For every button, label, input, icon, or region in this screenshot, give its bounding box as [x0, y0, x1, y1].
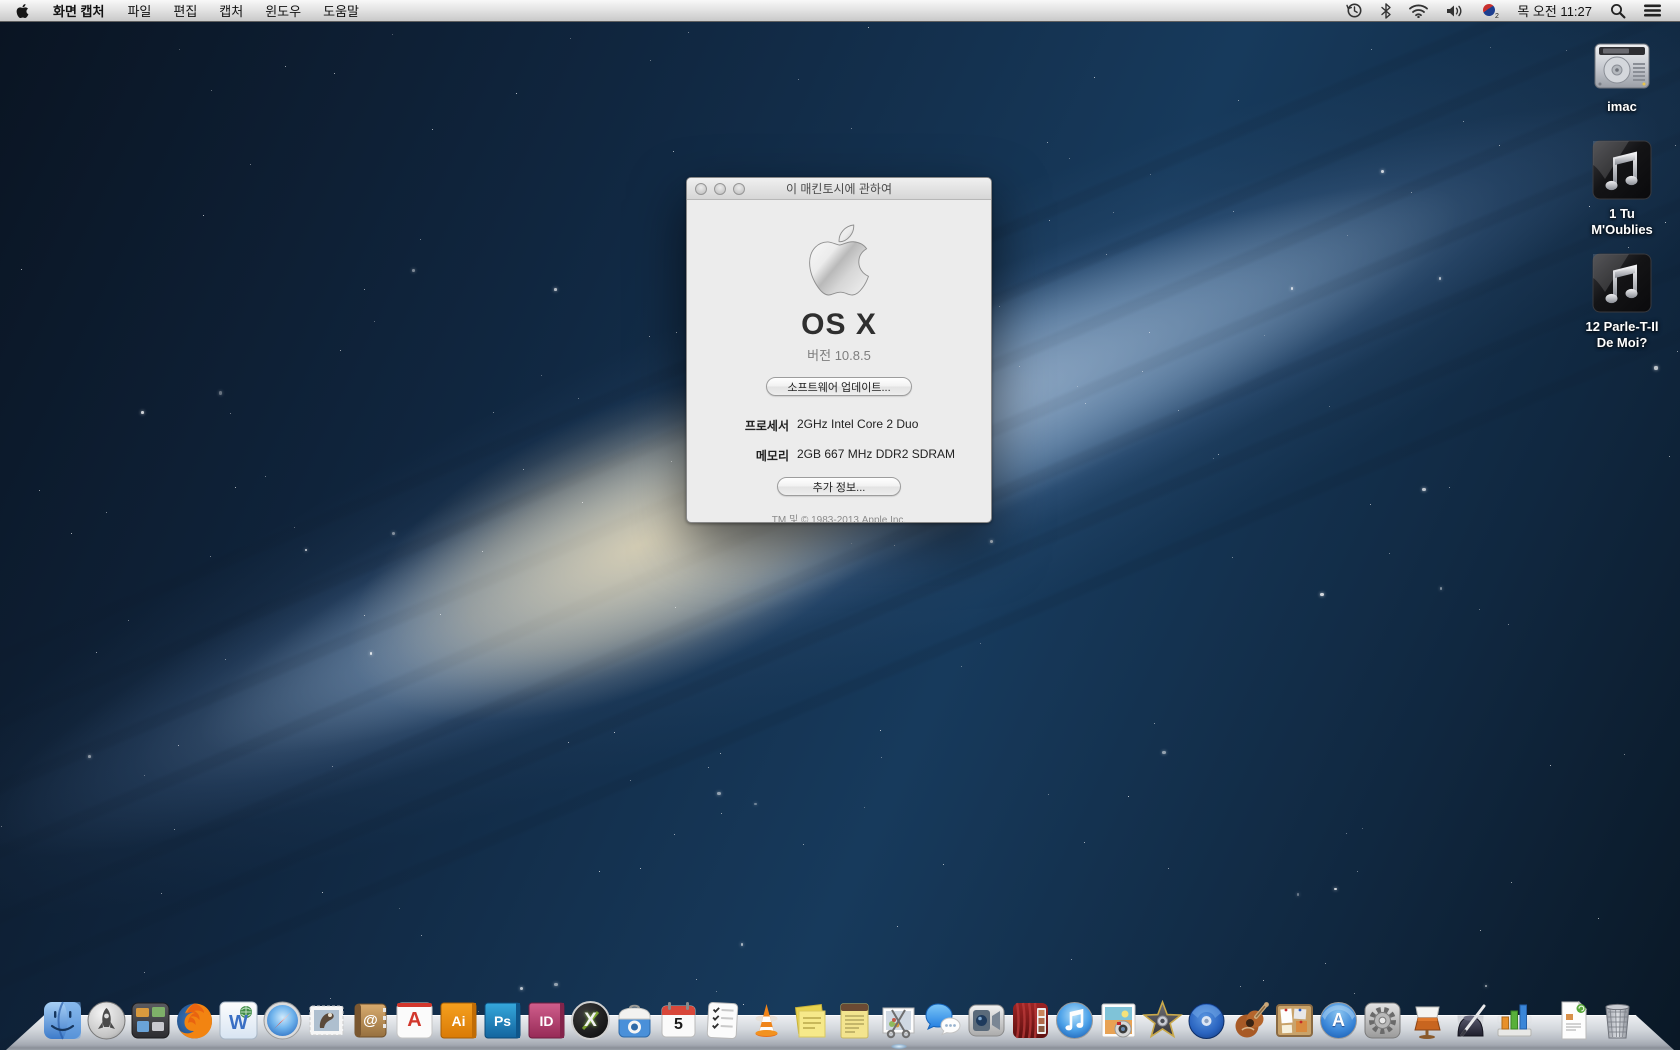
- dock-messages[interactable]: [922, 1000, 963, 1041]
- zoom-button[interactable]: [733, 183, 745, 195]
- dock-photoshop[interactable]: Ps: [482, 1000, 523, 1041]
- dock-contacts[interactable]: @: [350, 1000, 391, 1041]
- dock-notes[interactable]: [834, 1000, 875, 1041]
- minimize-button[interactable]: [714, 183, 726, 195]
- vignette: [0, 0, 1680, 1050]
- dock-ical[interactable]: 5: [658, 1000, 699, 1041]
- dock-lunchbox-utility[interactable]: [614, 1000, 655, 1041]
- dock-trash[interactable]: [1597, 1000, 1638, 1041]
- notification-center-icon[interactable]: [1635, 0, 1670, 21]
- about-this-mac-window[interactable]: 이 매킨토시에 관하여 OS X 버전 10.8.5 소프트웨어 업데이트...…: [686, 177, 992, 523]
- copyright-text: TM 및 © 1983-2013 Apple Inc. 모든 권리 보유. 사용…: [772, 514, 906, 523]
- dock: W@AAiPsIDX5A: [0, 986, 1680, 1050]
- software-update-button[interactable]: 소프트웨어 업데이트...: [766, 377, 912, 396]
- menu-capture[interactable]: 캡처: [208, 0, 254, 21]
- desktop-icon-label: 12 Parle-T-Il De Moi?: [1586, 319, 1659, 351]
- memory-row: 메모리 2GB 667 MHz DDR2 SDRAM: [687, 447, 991, 464]
- menu-bar-right: 2 목 오전 11:27: [1337, 0, 1680, 21]
- close-button[interactable]: [695, 183, 707, 195]
- dock-mission-control[interactable]: [130, 1000, 171, 1041]
- window-titlebar[interactable]: 이 매킨토시에 관하여: [687, 178, 991, 200]
- dock-mail[interactable]: [306, 1000, 347, 1041]
- dock-iphoto[interactable]: [1098, 1000, 1139, 1041]
- hard-drive-icon[interactable]: [1591, 32, 1653, 94]
- desktop-icon-audio-2[interactable]: 12 Parle-T-Il De Moi?: [1557, 252, 1680, 351]
- dock-numbers[interactable]: [1494, 1000, 1535, 1041]
- audio-file-icon[interactable]: [1591, 139, 1653, 201]
- copyright-line1: TM 및 © 1983-2013 Apple Inc.: [772, 514, 906, 523]
- dock-items: W@AAiPsIDX5A: [0, 1000, 1680, 1041]
- dock-photo-booth[interactable]: [1010, 1000, 1051, 1041]
- processor-value: 2GHz Intel Core 2 Duo: [797, 417, 918, 434]
- desktop-icon-audio-1[interactable]: 1 Tu M'Oublies: [1557, 139, 1680, 238]
- apple-icon: [16, 3, 29, 19]
- dock-launchpad[interactable]: [86, 1000, 127, 1041]
- memory-label: 메모리: [687, 447, 789, 464]
- os-version: 버전 10.8.5: [807, 345, 871, 364]
- dock-imovie[interactable]: [1142, 1000, 1183, 1041]
- menu-bar-left: 화면 캡처 파일 편집 캡처 윈도우 도움말: [0, 0, 370, 21]
- menu-window[interactable]: 윈도우: [254, 0, 312, 21]
- dock-itunes[interactable]: [1054, 1000, 1095, 1041]
- desktop-icon-label: imac: [1607, 99, 1637, 115]
- memory-value: 2GB 667 MHz DDR2 SDRAM: [797, 447, 955, 464]
- dock-illustrator[interactable]: Ai: [438, 1000, 479, 1041]
- volume-icon[interactable]: [1437, 0, 1472, 21]
- dock-finder[interactable]: [42, 1000, 83, 1041]
- dock-idvd[interactable]: [1186, 1000, 1227, 1041]
- menu-bar: 화면 캡처 파일 편집 캡처 윈도우 도움말 2 목 오전 11:27: [0, 0, 1680, 22]
- time-machine-icon[interactable]: [1337, 0, 1372, 21]
- os-name: OS X: [801, 308, 877, 342]
- bluetooth-icon[interactable]: [1372, 0, 1400, 21]
- dock-vlc[interactable]: [746, 1000, 787, 1041]
- dock-app-store[interactable]: A: [1318, 1000, 1359, 1041]
- dock-garageband[interactable]: [1230, 1000, 1271, 1041]
- processor-label: 프로세서: [687, 417, 789, 434]
- dock-indesign[interactable]: ID: [526, 1000, 567, 1041]
- menu-app-name[interactable]: 화면 캡처: [41, 0, 116, 21]
- dock-x-media[interactable]: X: [570, 1000, 611, 1041]
- window-controls: [695, 178, 745, 199]
- desktop-wallpaper: [0, 0, 1680, 1050]
- input-badge-2: 2: [1495, 13, 1499, 19]
- dock-keynote[interactable]: [1406, 1000, 1447, 1041]
- dock-safari[interactable]: [262, 1000, 303, 1041]
- spotlight-icon[interactable]: [1601, 0, 1635, 21]
- menu-file[interactable]: 파일: [116, 0, 162, 21]
- dock-stickies[interactable]: [790, 1000, 831, 1041]
- input-korean-icon[interactable]: 2: [1472, 0, 1508, 21]
- audio-file-icon[interactable]: [1591, 252, 1653, 314]
- dock-checklist[interactable]: [702, 1000, 743, 1041]
- wifi-icon[interactable]: [1400, 0, 1437, 21]
- more-info-button[interactable]: 추가 정보...: [777, 477, 901, 496]
- spec-rows: 프로세서 2GHz Intel Core 2 Duo 메모리 2GB 667 M…: [687, 417, 991, 464]
- dock-pages[interactable]: [1450, 1000, 1491, 1041]
- apple-menu[interactable]: [0, 0, 41, 21]
- desktop-icon-imac-hdd[interactable]: imac: [1557, 32, 1680, 115]
- menu-clock[interactable]: 목 오전 11:27: [1508, 1, 1601, 20]
- dock-web-w-app[interactable]: W: [218, 1000, 259, 1041]
- dock-firefox[interactable]: [174, 1000, 215, 1041]
- dock-document-file[interactable]: [1553, 1000, 1594, 1041]
- about-window-body: OS X 버전 10.8.5 소프트웨어 업데이트... 프로세서 2GHz I…: [687, 200, 991, 523]
- processor-row: 프로세서 2GHz Intel Core 2 Duo: [687, 417, 991, 434]
- desktop-icon-label: 1 Tu M'Oublies: [1591, 206, 1653, 238]
- menu-edit[interactable]: 편집: [162, 0, 208, 21]
- dock-facetime[interactable]: [966, 1000, 1007, 1041]
- dock-corkboard[interactable]: [1274, 1000, 1315, 1041]
- dock-grab[interactable]: [878, 1000, 919, 1041]
- dock-system-preferences[interactable]: [1362, 1000, 1403, 1041]
- dock-acrobat[interactable]: A: [394, 1000, 435, 1041]
- apple-logo-large: [806, 220, 872, 300]
- menu-help[interactable]: 도움말: [312, 0, 370, 21]
